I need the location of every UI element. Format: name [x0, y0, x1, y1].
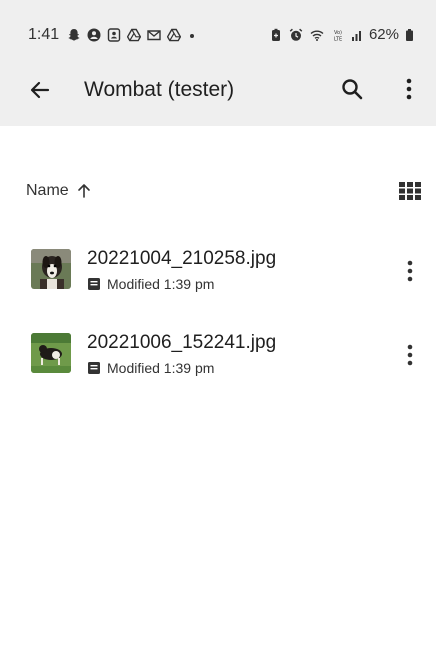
file-list-item[interactable]: 20221006_152241.jpg Modified 1:39 pm	[0, 322, 436, 392]
sort-control[interactable]: Name	[26, 180, 91, 202]
search-icon[interactable]	[340, 76, 364, 102]
status-left: 1:41	[28, 26, 197, 44]
wifi-icon	[310, 30, 324, 41]
file-meta: Modified 1:39 pm	[87, 276, 214, 292]
drive-file-icon	[88, 362, 100, 374]
signal-icon	[351, 30, 361, 41]
file-thumbnail	[31, 333, 71, 373]
arrow-up-icon	[77, 184, 90, 198]
contact-badge-icon	[107, 28, 121, 42]
file-meta: Modified 1:39 pm	[87, 360, 214, 376]
more-vertical-icon[interactable]	[401, 76, 417, 102]
more-vertical-icon[interactable]	[402, 258, 418, 284]
status-bar: 1:41 Vo) LTE 62%	[0, 0, 436, 66]
notification-dot-icon	[190, 34, 195, 38]
status-time: 1:41	[28, 26, 60, 43]
file-modified: Modified 1:39 pm	[107, 276, 215, 292]
volte-lte-icon: Vo)LTE	[334, 30, 342, 42]
battery-saver-icon	[271, 28, 280, 41]
grid-view-icon[interactable]	[399, 182, 421, 200]
more-vertical-icon[interactable]	[402, 342, 418, 368]
file-list-item[interactable]: 20221004_210258.jpg Modified 1:39 pm	[0, 238, 436, 308]
gmail-icon	[147, 30, 161, 41]
drive-icon-2	[167, 28, 182, 42]
battery-percent: 62%	[368, 26, 399, 43]
svg-text:Vo): Vo)	[334, 30, 342, 36]
file-name: 20221004_210258.jpg	[87, 248, 277, 269]
svg-text:LTE: LTE	[334, 36, 342, 42]
snapchat-icon	[68, 29, 80, 41]
file-thumbnail	[31, 249, 71, 289]
drive-file-icon	[88, 278, 100, 290]
file-modified: Modified 1:39 pm	[107, 360, 215, 376]
account-icon	[87, 28, 101, 42]
battery-icon	[406, 28, 413, 41]
file-name: 20221006_152241.jpg	[87, 332, 277, 353]
status-right: Vo) LTE 62%	[269, 26, 414, 43]
arrow-left-icon[interactable]	[28, 78, 52, 102]
alarm-icon	[289, 28, 303, 41]
drive-icon	[127, 28, 142, 42]
page-title: Wombat (tester)	[84, 78, 235, 101]
sort-label: Name	[26, 182, 69, 199]
